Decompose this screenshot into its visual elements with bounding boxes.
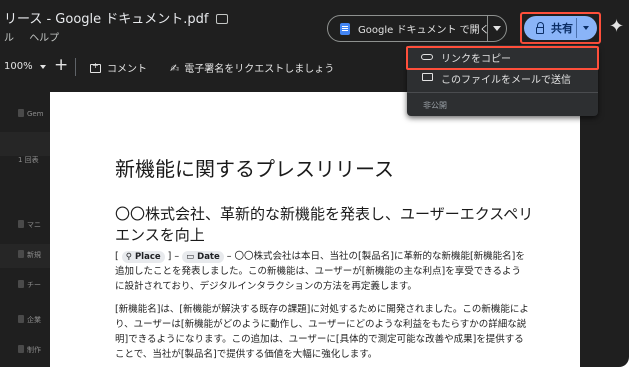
sidebar-row-label: 企業 <box>27 316 41 324</box>
sidebar-row-label: チー <box>27 281 41 289</box>
signature-pen-icon: ✍ <box>170 62 180 75</box>
add-comment-label: コメント <box>107 64 147 75</box>
share-divider <box>576 18 577 38</box>
request-esignature-button[interactable]: ✍ 電子署名をリクエストしましょう <box>170 60 334 75</box>
sidebar-row-icon <box>18 315 24 323</box>
toolbar-divider <box>75 58 76 76</box>
open-with-label: Google ドキュメント で開く <box>358 25 490 36</box>
mail-icon <box>421 72 433 84</box>
email-file-label: このファイルをメールで送信 <box>441 74 571 86</box>
open-with-chevron-down-icon[interactable] <box>493 26 501 31</box>
bracket-dash: ] – <box>164 251 183 262</box>
sidebar-band <box>0 132 50 156</box>
sidebar-row-icon <box>18 220 24 228</box>
menu-item-truncated[interactable]: ル <box>4 33 14 44</box>
move-to-folder-icon[interactable] <box>215 14 228 24</box>
sidebar-row-icon <box>18 109 24 117</box>
copy-link-highlight <box>406 46 599 70</box>
zoom-level[interactable]: 100% <box>4 61 33 72</box>
sidebar-row[interactable]: 新規 <box>18 250 46 268</box>
sidebar-row-label: マニ <box>27 221 41 229</box>
date-chip-label: Date <box>197 252 220 262</box>
add-comment-icon <box>90 61 101 73</box>
lock-icon <box>536 21 544 34</box>
sidebar-row-icon <box>18 250 24 258</box>
screenshot-frame: リース - Google ドキュメント.pdf ル ヘルプ Google ドキュ… <box>0 0 640 378</box>
sidebar-row[interactable]: Gem <box>18 109 46 127</box>
paragraph-1: [ ⚲ Place ] – ▭ Date – 〇〇株式会社は本日、当社の[製品名… <box>115 249 530 294</box>
date-chip[interactable]: ▭ Date <box>182 251 224 263</box>
menu-bar: ル ヘルプ <box>4 29 71 44</box>
file-title-text: リース - Google ドキュメント.pdf <box>4 12 209 27</box>
place-chip-label: Place <box>134 252 161 262</box>
place-chip[interactable]: ⚲ Place <box>121 251 165 263</box>
zoom-in-icon[interactable]: + <box>54 55 68 75</box>
document-title: 新機能に関するプレスリリース <box>115 157 394 181</box>
sidebar-row-icon <box>18 345 24 353</box>
zoom-chevron-down-icon[interactable] <box>40 65 46 69</box>
paragraph-2: [新機能名]は、[新機能が解決する既存の課題]に対処するために開発されました。こ… <box>115 304 529 360</box>
sidebar-row[interactable]: マニ <box>18 220 46 238</box>
document-subtitle: 〇〇株式会社、革新的な新機能を発表し、ユーザーエクスペリエンスを向上 <box>115 205 534 244</box>
open-with-docs-button[interactable]: Google ドキュメント で開く <box>327 15 507 42</box>
sidebar-row-label: Gem <box>27 110 44 118</box>
sidebar-row[interactable]: 企業 <box>18 315 46 333</box>
pdf-viewer-window: リース - Google ドキュメント.pdf ル ヘルプ Google ドキュ… <box>0 0 629 367</box>
share-label: 共有 <box>551 22 573 35</box>
sidebar-row[interactable]: チー <box>18 280 46 298</box>
request-esignature-label: 電子署名をリクエストしましょう <box>184 64 335 75</box>
gemini-sparkle-icon[interactable]: ✦ <box>609 18 624 36</box>
email-file-menu-item[interactable]: このファイルをメールで送信 <box>407 68 598 88</box>
visibility-status: 非公開 <box>423 101 447 110</box>
sidebar-row-label: 1 回表 <box>18 156 39 164</box>
google-docs-icon <box>340 22 350 35</box>
sidebar-row-icon <box>18 280 24 288</box>
menu-divider <box>407 92 598 93</box>
add-comment-button[interactable]: コメント <box>90 60 147 75</box>
file-title[interactable]: リース - Google ドキュメント.pdf <box>4 8 228 27</box>
bracket-open: [ <box>115 251 119 262</box>
menu-item-help[interactable]: ヘルプ <box>29 33 59 44</box>
sidebar-row[interactable]: 制作 <box>18 345 46 363</box>
open-with-divider <box>487 16 488 41</box>
sidebar-row[interactable]: 1 回表 <box>18 155 46 173</box>
share-button[interactable]: 共有 <box>524 16 597 40</box>
dimmed-sidebar: Gem 1 回表 マニ 新規 チー 企業 制作 <box>0 92 50 367</box>
sidebar-row-label: 制作 <box>27 346 41 354</box>
share-chevron-down-icon[interactable] <box>583 26 589 30</box>
sidebar-row-label: 新規 <box>27 251 41 259</box>
pdf-page: 新機能に関するプレスリリース 〇〇株式会社、革新的な新機能を発表し、ユーザーエク… <box>50 92 580 367</box>
